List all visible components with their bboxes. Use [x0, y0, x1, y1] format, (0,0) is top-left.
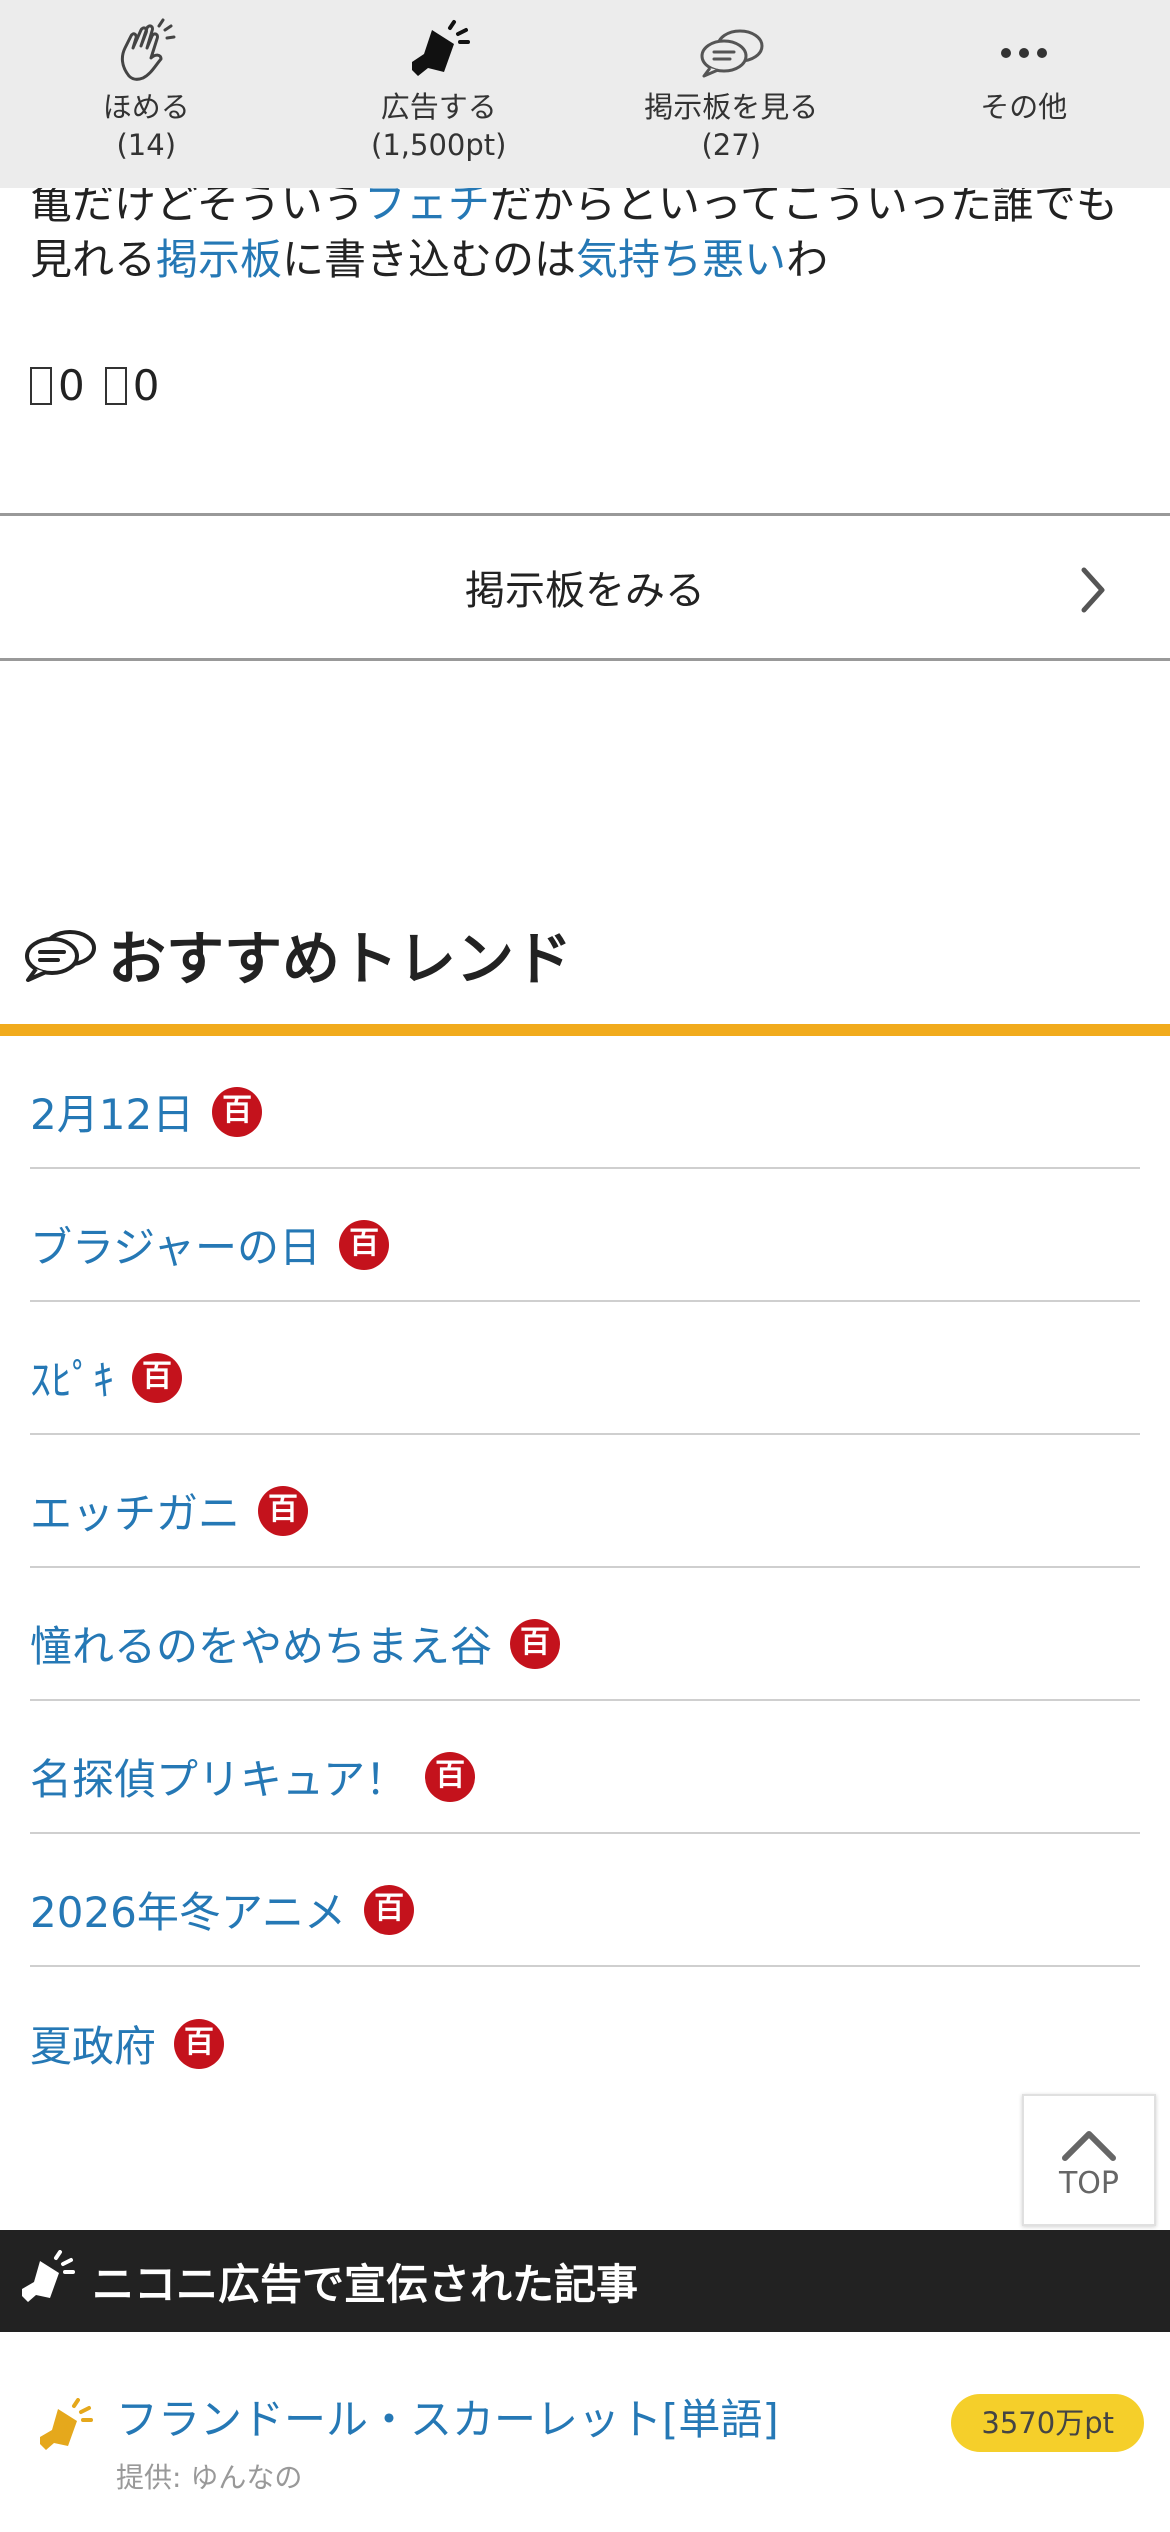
speech-bubbles-icon [700, 29, 764, 78]
dic-badge-icon [174, 2018, 225, 2069]
advertised-article-link[interactable]: フランドール・スカーレット[単語] [116, 2386, 779, 2447]
praise-button[interactable]: ほめる (14) [0, 0, 293, 188]
trend-link[interactable]: 2026年冬アニメ [30, 1879, 346, 1940]
trend-item[interactable]: 名探偵プリキュア！ [30, 1701, 1140, 1834]
more-button[interactable]: その他 [878, 0, 1170, 188]
view-bbs-button[interactable]: 掲示板を見る (27) [585, 0, 878, 188]
view-bbs-label: 掲示板を見る [644, 90, 819, 124]
advertise-button[interactable]: 広告する (1,500pt) [293, 0, 586, 188]
trend-item[interactable]: ｽﾋﾟｷ [30, 1302, 1140, 1435]
bbs-count: (27) [701, 128, 762, 162]
advertise-points: (1,500pt) [371, 128, 507, 162]
dic-badge-icon [425, 1751, 476, 1802]
nico-ads-header: ニコニ広告で宣伝された記事 [0, 2230, 1170, 2332]
trend-item[interactable]: ブラジャーの日 [30, 1169, 1140, 1302]
more-label: その他 [980, 90, 1068, 124]
dic-badge-icon [510, 1618, 561, 1669]
nico-ads-title: ニコニ広告で宣伝された記事 [92, 2259, 639, 2309]
downvote-button[interactable]: 0 [104, 358, 160, 414]
trend-link[interactable]: ブラジャーの日 [30, 1214, 321, 1275]
trend-link[interactable]: 2月12日 [30, 1081, 194, 1142]
keyword-link-bbs[interactable]: 掲示板 [156, 235, 282, 284]
trend-item[interactable]: エッチガニ [30, 1435, 1140, 1568]
chevron-right-icon [1081, 567, 1105, 613]
advertised-article-sponsor: 提供: ゆんなの [116, 2461, 303, 2494]
more-dots-icon [1000, 48, 1047, 58]
trend-item[interactable]: 2月12日 [30, 1036, 1140, 1169]
upvote-button[interactable]: 0 [30, 358, 85, 414]
chevron-up-icon [1062, 2131, 1116, 2161]
trends-header: おすすめトレンド [22, 912, 572, 996]
trend-link[interactable]: 夏政府 [30, 2013, 156, 2074]
megaphone-icon [22, 2250, 75, 2302]
dic-badge-icon [212, 1086, 263, 1137]
thumbs-up-icon [30, 367, 52, 405]
trend-link[interactable]: 憧れるのをやめちまえ谷 [30, 1613, 492, 1674]
clapping-hands-icon [121, 18, 176, 81]
back-to-top-button[interactable]: TOP [1022, 2094, 1156, 2226]
downvote-count: 0 [132, 361, 160, 410]
comment-text: 亀だけどそういうフェチだからといってこういった誰でも 見れる掲示板に書き込むのは… [30, 176, 1140, 288]
trend-item[interactable]: 夏政府 [30, 1967, 1140, 2100]
speech-bubbles-icon [25, 930, 96, 982]
dic-badge-icon [132, 1352, 183, 1403]
back-to-top-label: TOP [1058, 2166, 1120, 2201]
trends-list: 2月12日 ブラジャーの日 ｽﾋﾟｷ エッチガニ 憧れるのをやめちまえ谷 名探偵… [30, 1036, 1140, 2100]
trend-link[interactable]: ｽﾋﾟｷ [30, 1347, 114, 1408]
dic-badge-icon [339, 1219, 390, 1270]
comment-text-segment: に書き込むのは [282, 235, 577, 284]
advertise-label: 広告する [380, 90, 497, 124]
dic-badge-icon [258, 1485, 309, 1536]
megaphone-icon [411, 20, 470, 76]
view-bbs-link-label: 掲示板をみる [465, 568, 705, 614]
action-bar: ほめる (14) 広告する (1,500pt) 掲示板を見る (27) その他 [0, 0, 1170, 188]
praise-count: (14) [116, 128, 177, 162]
trends-divider [0, 1024, 1170, 1036]
keyword-link-gross[interactable]: 気持ち悪い [576, 235, 786, 284]
trend-item[interactable]: 憧れるのをやめちまえ谷 [30, 1568, 1140, 1701]
trend-link[interactable]: 名探偵プリキュア！ [30, 1746, 407, 1807]
dic-badge-icon [364, 1884, 415, 1935]
megaphone-icon [40, 2398, 93, 2450]
trend-link[interactable]: エッチガニ [30, 1480, 240, 1541]
comment-text-segment: わ [786, 235, 829, 284]
comment-votes: 0 0 [30, 358, 171, 414]
thumbs-down-icon [104, 367, 127, 405]
trend-item[interactable]: 2026年冬アニメ [30, 1834, 1140, 1967]
comment-text-segment: 見れる [30, 235, 157, 284]
ad-points-badge: 3570万pt [951, 2394, 1144, 2452]
comment-line-2: 見れる掲示板に書き込むのは気持ち悪いわ [30, 232, 1140, 288]
praise-label: ほめる [102, 90, 190, 124]
advertised-article: フランドール・スカーレット[単語] 提供: ゆんなの 3570万pt [34, 2386, 1144, 2506]
trends-title: おすすめトレンド [108, 925, 573, 993]
view-bbs-link[interactable]: 掲示板をみる [0, 513, 1170, 661]
upvote-count: 0 [58, 361, 85, 410]
